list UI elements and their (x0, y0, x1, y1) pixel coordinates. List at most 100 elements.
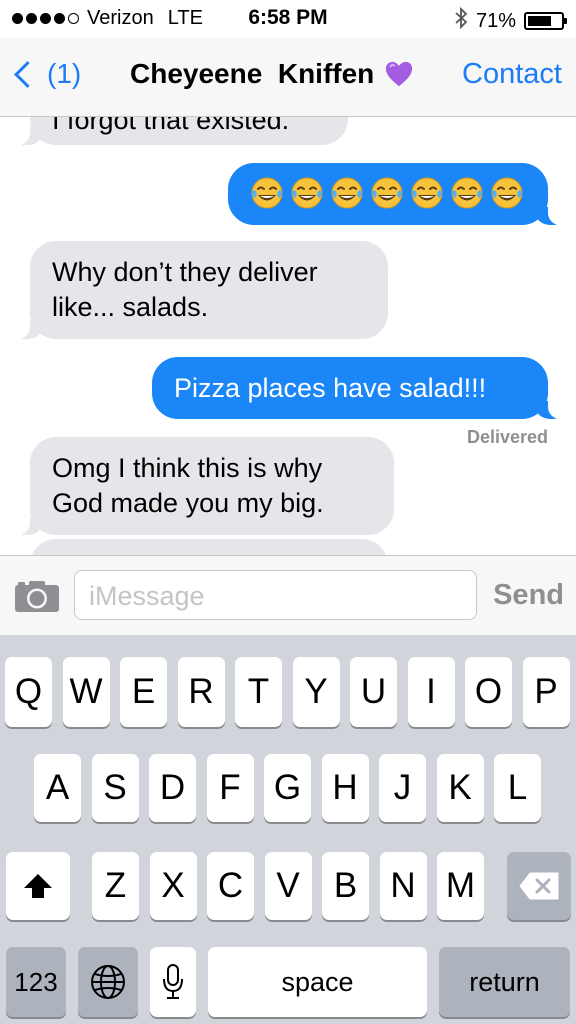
message-bubble-outgoing[interactable]: Pizza places have salad!!! (152, 357, 562, 419)
key-n[interactable]: N (379, 852, 427, 920)
key-k[interactable]: K (436, 754, 484, 822)
key-label: Y (304, 672, 328, 711)
key-o[interactable]: O (465, 657, 512, 727)
imessage-input[interactable]: iMessage (74, 570, 477, 620)
message-bubble-incoming[interactable]: I forgot that existed. (16, 117, 348, 145)
delivered-status: Delivered (466, 427, 548, 447)
back-unread-count: (1) (47, 58, 82, 89)
message-bubble-incoming[interactable]: Why don’t they deliver like... salads. (16, 241, 388, 339)
key-label: O (474, 672, 503, 711)
camera-icon[interactable] (14, 579, 60, 613)
microphone-key[interactable] (150, 947, 196, 1017)
key-label: F (219, 768, 241, 807)
shift-key[interactable] (6, 852, 70, 920)
key-u[interactable]: U (350, 657, 397, 727)
key-label: I (426, 672, 436, 711)
input-placeholder: iMessage (89, 581, 205, 611)
key-label: P (534, 672, 558, 711)
key-label: space (281, 966, 354, 997)
key-q[interactable]: Q (5, 657, 52, 727)
key-j[interactable]: J (379, 754, 426, 822)
face-with-tears-of-joy-icon (331, 177, 363, 209)
key-label: return (469, 966, 540, 997)
chevron-left-icon (14, 60, 41, 88)
key-x[interactable]: X (149, 852, 197, 920)
space-key[interactable]: space (208, 947, 427, 1017)
message-text: Why don’t they deliver like... salads. (52, 257, 318, 322)
face-with-tears-of-joy-icon (291, 177, 323, 209)
key-label: D (159, 768, 186, 807)
key-c[interactable]: C (207, 852, 254, 920)
face-with-tears-of-joy-icon (371, 177, 403, 209)
message-bubble-outgoing[interactable] (228, 163, 562, 225)
message-text: I forgot that existed. (52, 117, 290, 135)
send-button[interactable]: Send (493, 579, 564, 612)
globe-key[interactable] (78, 947, 138, 1017)
face-with-tears-of-joy-icon (491, 177, 523, 209)
key-label: W (69, 672, 103, 711)
contact-name: Cheyeene Kniffen (130, 58, 375, 89)
key-label: G (273, 768, 302, 807)
key-p[interactable]: P (522, 657, 570, 727)
key-e[interactable]: E (120, 657, 167, 727)
key-label: C (217, 866, 244, 905)
message-bubble-incoming[interactable]: Omg I think this is why God made you my … (16, 437, 394, 535)
contact-button[interactable]: Contact (462, 58, 562, 91)
message-input-bar: iMessage Send (0, 555, 576, 636)
face-with-tears-of-joy-icon (251, 177, 283, 209)
back-button[interactable]: (1) (12, 58, 81, 90)
key-label: V (276, 866, 300, 905)
battery-icon (524, 12, 567, 30)
key-w[interactable]: W (62, 657, 110, 727)
key-g[interactable]: G (264, 754, 311, 822)
shift-icon (24, 874, 52, 898)
key-label: E (131, 672, 156, 711)
message-list[interactable]: I forgot that existed. Why don’t they de… (0, 117, 576, 555)
key-d[interactable]: D (149, 754, 196, 822)
delete-icon (519, 872, 559, 900)
key-f[interactable]: F (206, 754, 254, 822)
key-label: X (161, 866, 185, 905)
message-text: Pizza places have salad!!! (174, 373, 487, 403)
key-l[interactable]: L (494, 754, 541, 822)
key-b[interactable]: B (322, 852, 369, 920)
key-a[interactable]: A (34, 754, 81, 822)
return-key[interactable]: return (439, 947, 570, 1017)
microphone-icon (163, 964, 183, 999)
keyboard: 123 space return QWERTYUIOP ASDFGHJKL Z X… (0, 635, 576, 1024)
message-bubble-incoming-partial[interactable] (30, 539, 388, 555)
key-label: U (360, 672, 387, 711)
purple-heart-icon (386, 61, 413, 87)
face-with-tears-of-joy-icon (451, 177, 483, 209)
message-text: Omg I think this is why God made you my … (52, 453, 324, 518)
key-label: S (103, 768, 127, 807)
key-label: 123 (14, 966, 58, 997)
key-y[interactable]: Y (292, 657, 340, 727)
key-v[interactable]: V (264, 852, 312, 920)
key-label: Z (104, 866, 127, 905)
key-label: J (393, 768, 412, 807)
key-label: B (333, 866, 358, 905)
key-s[interactable]: S (91, 754, 139, 822)
status-bar: Verizon LTE 6:58 PM 71% (0, 0, 576, 38)
key-i[interactable]: I (407, 657, 455, 727)
key-r[interactable]: R (177, 657, 225, 727)
key-label: H (332, 768, 358, 807)
emoji-row (250, 175, 526, 211)
key-z[interactable]: Z (92, 852, 139, 920)
conversation-title: Cheyeene Kniffen (130, 58, 414, 90)
battery-percent: 71% (475, 9, 516, 32)
key-numbers[interactable]: 123 (6, 947, 66, 1017)
delete-key[interactable] (507, 852, 571, 920)
key-h[interactable]: H (321, 754, 369, 822)
key-m[interactable]: M (437, 852, 484, 920)
globe-icon (91, 965, 125, 999)
key-label: L (507, 768, 528, 807)
key-label: M (445, 866, 476, 905)
key-label: N (390, 866, 416, 905)
key-t[interactable]: T (235, 657, 282, 727)
key-label: Q (14, 672, 43, 711)
key-label: K (448, 768, 472, 807)
face-with-tears-of-joy-icon (411, 177, 443, 209)
conversation-header: (1) Cheyeene Kniffen Contact (0, 38, 576, 117)
